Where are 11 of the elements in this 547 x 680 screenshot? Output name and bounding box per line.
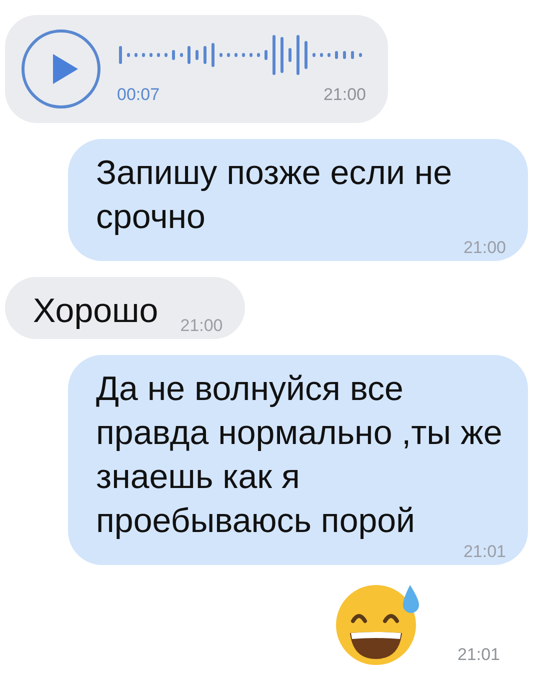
message-time: 21:01 xyxy=(463,543,506,561)
message-time: 21:00 xyxy=(180,317,223,335)
voice-duration: 00:07 xyxy=(117,85,160,105)
message-text: Да не волнуйся все правда нормально ,ты же знаешь как я проебываюсь порой xyxy=(96,369,504,542)
message-time: 21:00 xyxy=(463,239,506,257)
play-icon[interactable] xyxy=(21,29,101,109)
message-text: Запишу позже если не срочно xyxy=(96,153,454,238)
message-time: 21:00 xyxy=(323,85,366,105)
message-time: 21:01 xyxy=(457,645,500,665)
waveform-icon xyxy=(117,33,362,77)
message-text: Хорошо xyxy=(33,291,158,332)
